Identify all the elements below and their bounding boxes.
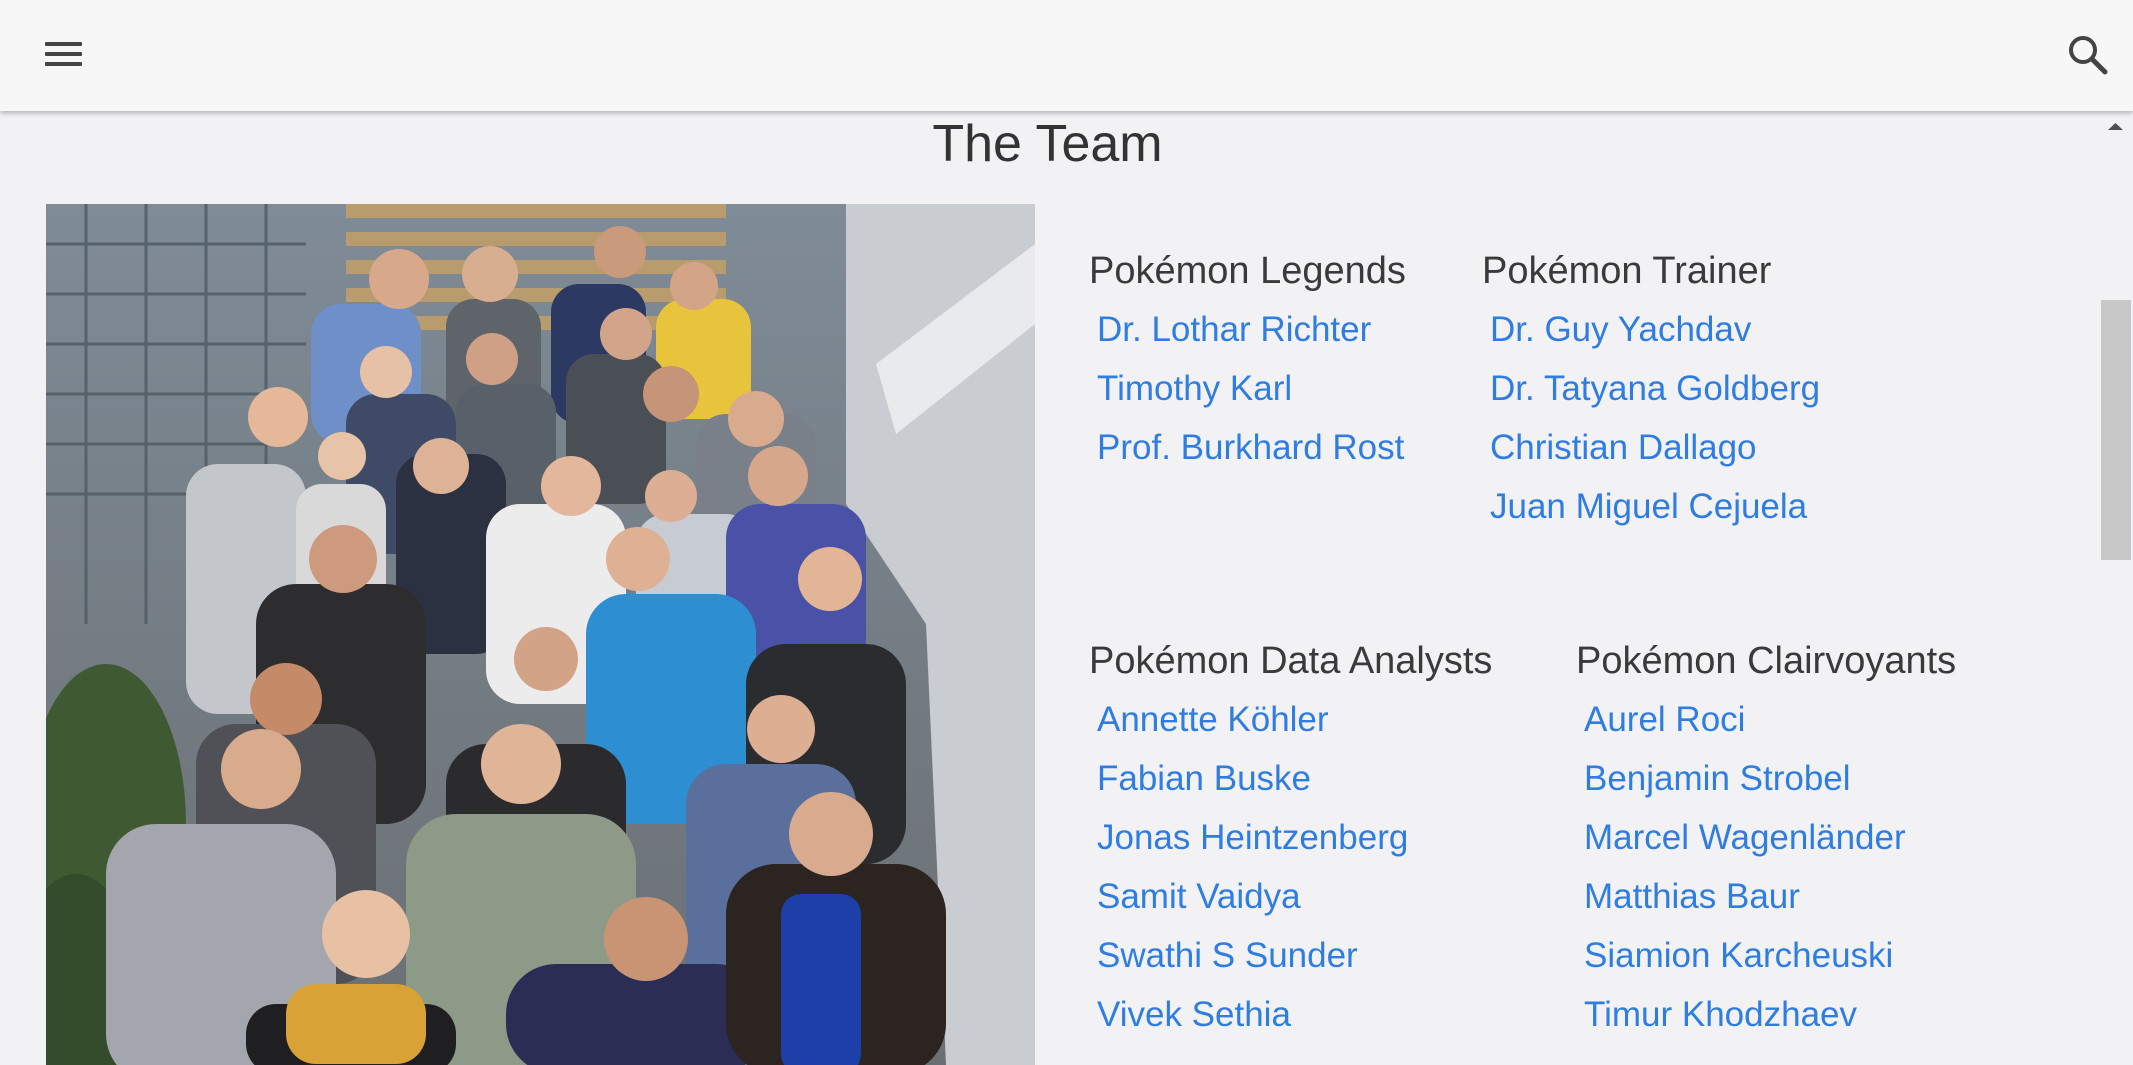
member-link[interactable]: Matthias Baur [1584, 877, 1800, 916]
menu-line [45, 52, 82, 56]
member-list: Dr. Guy Yachdav Dr. Tatyana Goldberg Chr… [1490, 308, 1820, 544]
member-link[interactable]: Swathi S Sunder [1097, 936, 1358, 975]
member-link[interactable]: Dr. Lothar Richter [1097, 310, 1371, 349]
list-item: Christian Dallago [1490, 426, 1820, 485]
member-link[interactable]: Dr. Guy Yachdav [1490, 310, 1751, 349]
member-list: Aurel Roci Benjamin Strobel Marcel Wagen… [1584, 698, 1956, 1052]
team-photo [46, 204, 1035, 1065]
list-item: Samit Vaidya [1097, 875, 1492, 934]
member-link[interactable]: Jonas Heintzenberg [1097, 818, 1408, 857]
list-item: Dr. Tatyana Goldberg [1490, 367, 1820, 426]
member-link[interactable]: Marcel Wagenländer [1584, 818, 1906, 857]
group-heading: Pokémon Clairvoyants [1576, 640, 1957, 682]
member-link[interactable]: Timothy Karl [1097, 369, 1292, 408]
search-icon-graphic [2069, 36, 2108, 75]
member-list: Annette Köhler Fabian Buske Jonas Heintz… [1097, 698, 1492, 1052]
member-link[interactable]: Benjamin Strobel [1584, 759, 1851, 798]
list-item: Fabian Buske [1097, 757, 1492, 816]
list-item: Benjamin Strobel [1584, 757, 1956, 816]
hamburger-menu-icon[interactable] [40, 36, 88, 74]
member-link[interactable]: Siamion Karcheuski [1584, 936, 1893, 975]
member-link[interactable]: Dr. Tatyana Goldberg [1490, 369, 1820, 408]
list-item: Timothy Karl [1097, 367, 1406, 426]
member-link[interactable]: Timur Khodzhaev [1584, 995, 1857, 1034]
list-item: Aurel Roci [1584, 698, 1956, 757]
list-item: Dr. Guy Yachdav [1490, 308, 1820, 367]
list-item: Siamion Karcheuski [1584, 934, 1956, 993]
group-pokemon-clairvoyants: Pokémon Clairvoyants Aurel Roci Benjamin… [1576, 638, 1956, 1052]
search-icon[interactable] [2065, 32, 2111, 78]
list-item: Jonas Heintzenberg [1097, 816, 1492, 875]
group-heading: Pokémon Legends [1089, 250, 1406, 292]
list-item: Swathi S Sunder [1097, 934, 1492, 993]
group-pokemon-legends: Pokémon Legends Dr. Lothar Richter Timot… [1089, 248, 1406, 485]
list-item: Marcel Wagenländer [1584, 816, 1956, 875]
member-link[interactable]: Prof. Burkhard Rost [1097, 428, 1404, 467]
page-title: The Team [932, 115, 1163, 173]
list-item: Juan Miguel Cejuela [1490, 485, 1820, 544]
menu-line [45, 62, 82, 66]
member-link[interactable]: Samit Vaidya [1097, 877, 1301, 916]
scrollbar-track[interactable] [2098, 111, 2133, 1065]
menu-line [45, 42, 82, 46]
list-item: Timur Khodzhaev [1584, 993, 1956, 1052]
member-link[interactable]: Christian Dallago [1490, 428, 1757, 467]
list-item: Prof. Burkhard Rost [1097, 426, 1406, 485]
top-app-bar [0, 0, 2133, 111]
list-item: Annette Köhler [1097, 698, 1492, 757]
group-pokemon-data-analysts: Pokémon Data Analysts Annette Köhler Fab… [1089, 638, 1492, 1052]
scroll-up-arrow-icon[interactable] [2098, 114, 2133, 144]
team-photo-illustration [46, 204, 1035, 1065]
scrollbar-thumb[interactable] [2101, 300, 2131, 560]
group-pokemon-trainer: Pokémon Trainer Dr. Guy Yachdav Dr. Taty… [1482, 248, 1820, 544]
member-list: Dr. Lothar Richter Timothy Karl Prof. Bu… [1097, 308, 1406, 485]
scroll-up-arrow-graphic [2108, 123, 2123, 130]
member-link[interactable]: Fabian Buske [1097, 759, 1311, 798]
group-heading: Pokémon Data Analysts [1089, 640, 1493, 682]
group-heading: Pokémon Trainer [1482, 250, 1772, 292]
member-link[interactable]: Aurel Roci [1584, 700, 1745, 739]
list-item: Matthias Baur [1584, 875, 1956, 934]
member-link[interactable]: Annette Köhler [1097, 700, 1329, 739]
member-link[interactable]: Vivek Sethia [1097, 995, 1291, 1034]
list-item: Vivek Sethia [1097, 993, 1492, 1052]
member-link[interactable]: Juan Miguel Cejuela [1490, 487, 1807, 526]
list-item: Dr. Lothar Richter [1097, 308, 1406, 367]
